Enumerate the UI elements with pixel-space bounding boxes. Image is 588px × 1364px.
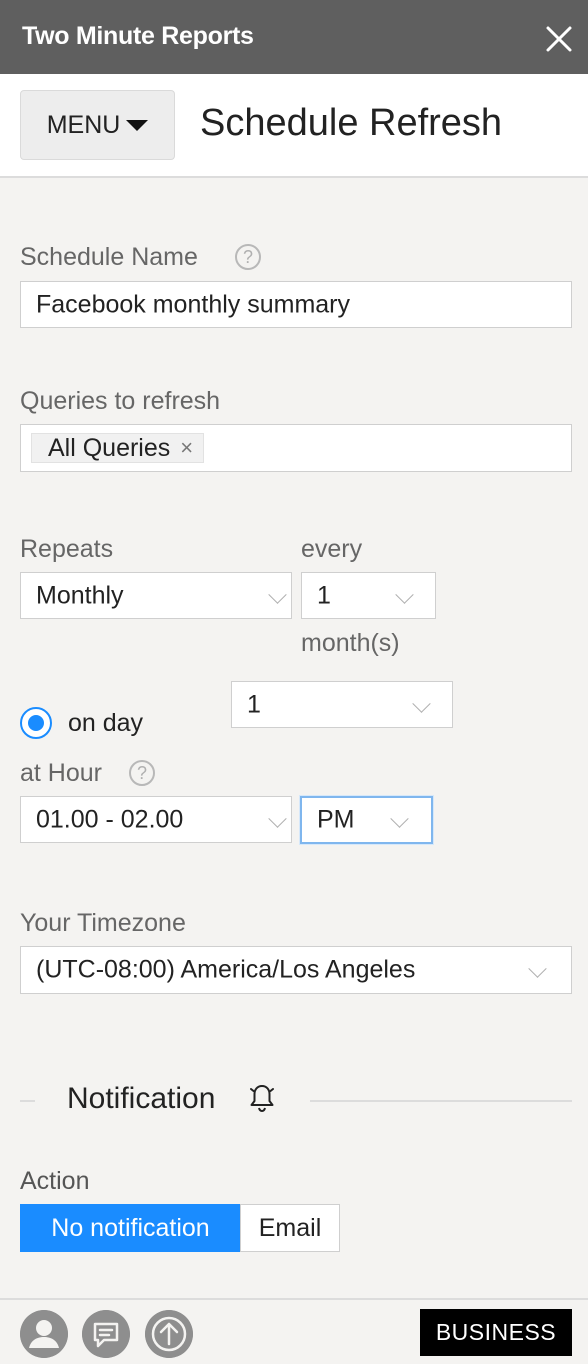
footer: BUSINESS bbox=[0, 1298, 588, 1364]
on-day-select[interactable]: 1 bbox=[231, 681, 453, 728]
query-tag: All Queries × bbox=[31, 433, 205, 463]
on-day-label: on day bbox=[68, 709, 144, 737]
header: MENU Schedule Refresh bbox=[0, 74, 588, 178]
no-notification-label: No notification bbox=[51, 1213, 210, 1242]
timezone-value: (UTC-08:00) America/Los Angeles bbox=[36, 955, 416, 984]
title-bar: Two Minute Reports bbox=[0, 0, 588, 74]
every-select[interactable]: 1 bbox=[301, 572, 436, 619]
chevron-down-icon bbox=[412, 694, 431, 713]
hour-range-select[interactable]: 01.00 - 02.00 bbox=[20, 796, 292, 843]
queries-multiselect[interactable]: All Queries × bbox=[20, 424, 572, 472]
repeats-label: Repeats bbox=[20, 535, 114, 563]
chevron-down-icon bbox=[528, 959, 547, 978]
at-hour-label: at Hour bbox=[20, 759, 102, 787]
query-tag-label: All Queries bbox=[48, 433, 171, 462]
every-unit-label: month(s) bbox=[301, 629, 400, 657]
section-divider bbox=[20, 1100, 35, 1102]
remove-tag-icon[interactable]: × bbox=[180, 435, 193, 461]
schedule-name-label: Schedule Name bbox=[20, 243, 198, 271]
chevron-down-icon bbox=[395, 585, 414, 604]
on-day-radio[interactable] bbox=[20, 707, 52, 739]
repeats-value: Monthly bbox=[36, 581, 124, 609]
email-label: Email bbox=[258, 1213, 322, 1242]
chat-icon[interactable] bbox=[82, 1310, 130, 1358]
chevron-down-icon bbox=[268, 809, 287, 828]
action-label: Action bbox=[20, 1167, 90, 1195]
upload-icon[interactable] bbox=[145, 1310, 193, 1358]
menu-button-label: MENU bbox=[46, 110, 121, 139]
user-icon[interactable] bbox=[20, 1310, 68, 1358]
caret-down-icon bbox=[126, 119, 149, 131]
ampm-value: PM bbox=[317, 805, 355, 834]
page-title: Schedule Refresh bbox=[200, 102, 503, 144]
schedule-name-input[interactable]: Facebook monthly summary bbox=[20, 281, 572, 328]
menu-button[interactable]: MENU bbox=[20, 90, 175, 160]
help-icon[interactable]: ? bbox=[129, 760, 155, 786]
repeats-select[interactable]: Monthly bbox=[20, 572, 292, 619]
no-notification-option[interactable]: No notification bbox=[20, 1204, 241, 1252]
queries-label: Queries to refresh bbox=[20, 387, 221, 415]
timezone-label: Your Timezone bbox=[20, 909, 186, 937]
app-title: Two Minute Reports bbox=[22, 22, 254, 50]
plan-badge: BUSINESS bbox=[420, 1309, 572, 1356]
schedule-name-value: Facebook monthly summary bbox=[36, 290, 351, 318]
notification-title: Notification bbox=[67, 1082, 216, 1115]
timezone-select[interactable]: (UTC-08:00) America/Los Angeles bbox=[20, 946, 572, 994]
bell-icon bbox=[250, 1085, 274, 1113]
help-icon[interactable]: ? bbox=[235, 244, 261, 270]
chevron-down-icon bbox=[390, 809, 409, 828]
section-divider bbox=[310, 1100, 572, 1102]
hour-range-value: 01.00 - 02.00 bbox=[36, 805, 184, 833]
ampm-select[interactable]: PM bbox=[300, 796, 433, 844]
every-value: 1 bbox=[317, 581, 331, 609]
email-option[interactable]: Email bbox=[240, 1204, 340, 1252]
chevron-down-icon bbox=[268, 585, 287, 604]
every-label: every bbox=[301, 535, 363, 563]
close-icon[interactable] bbox=[544, 24, 574, 54]
on-day-value: 1 bbox=[247, 690, 261, 718]
